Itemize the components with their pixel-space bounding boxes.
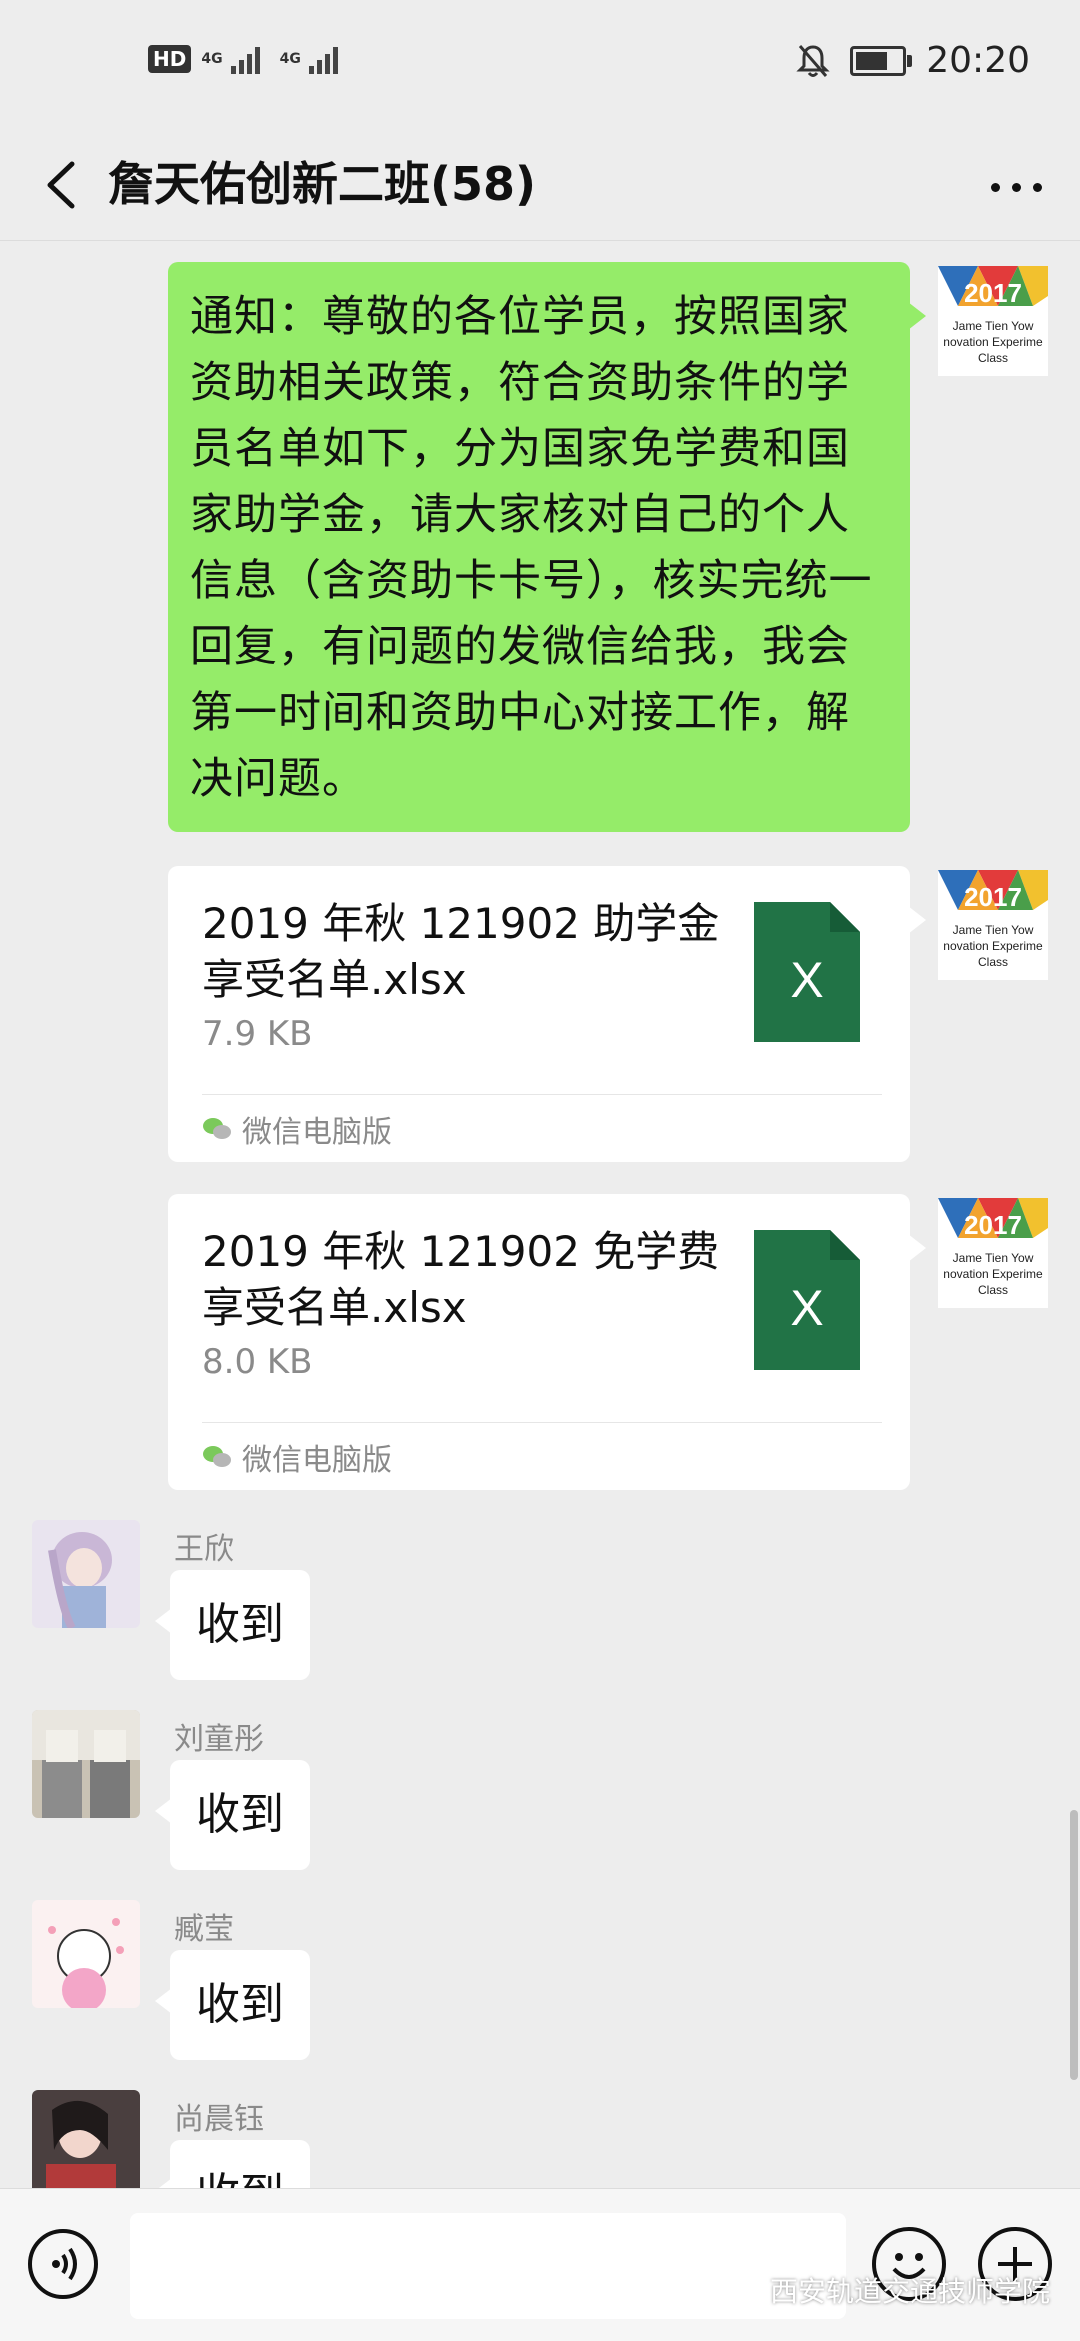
member-avatar[interactable] <box>32 1710 140 1818</box>
avatar-line: Class <box>978 351 1008 365</box>
avatar-line: Jame Tien Yow <box>953 923 1034 937</box>
sim2-label: 4G <box>279 51 301 67</box>
avatar-line: Class <box>978 955 1008 969</box>
signal-bars-icon <box>308 44 338 74</box>
input-bar <box>0 2188 1080 2341</box>
clock: 20:20 <box>926 40 1030 81</box>
avatar-line: Jame Tien Yow <box>953 319 1034 333</box>
file-size: 8.0 KB <box>202 1342 313 1382</box>
excel-letter: X <box>790 1280 823 1336</box>
reply-message[interactable]: 收到 <box>155 1570 310 1680</box>
file-source: 微信电脑版 <box>202 1432 392 1482</box>
file-source: 微信电脑版 <box>202 1104 392 1154</box>
avatar-line: novation Experime <box>943 1267 1043 1281</box>
member-avatar[interactable] <box>32 2090 140 2198</box>
class-avatar[interactable]: 2017 Jame Tien Yow novation Experime Cla… <box>938 1198 1048 1308</box>
sim1-label: 4G <box>201 51 223 67</box>
battery-icon <box>850 45 913 76</box>
status-right: 20:20 <box>796 40 1030 81</box>
status-bar: HD 4G 4G 20:20 <box>0 0 1080 130</box>
avatar-line: novation Experime <box>943 939 1043 953</box>
reply-message[interactable]: 收到 <box>155 1760 310 1870</box>
avatar-year: 2017 <box>964 1210 1022 1240</box>
chevron-left-icon[interactable] <box>36 150 96 220</box>
divider <box>202 1422 882 1423</box>
file-message[interactable]: 2019 年秋 121902 免学费享受名单.xlsx 8.0 KB X 微信电… <box>168 1194 926 1490</box>
sender-name: 王欣 <box>174 1532 234 1567</box>
avatar-line: Class <box>978 1283 1008 1297</box>
sender-name: 尚晨钰 <box>174 2102 264 2137</box>
file-source-label: 微信电脑版 <box>242 1115 392 1150</box>
battery-level <box>856 51 888 70</box>
excel-file-icon: X <box>754 902 860 1042</box>
wechat-official-icon <box>724 2276 762 2304</box>
avatar-year: 2017 <box>964 278 1022 308</box>
voice-icon[interactable] <box>28 2229 98 2299</box>
cartoon-avatar <box>32 1900 140 2008</box>
class-avatar[interactable]: 2017 Jame Tien Yow novation Experime Cla… <box>938 266 1048 376</box>
file-size: 7.9 KB <box>202 1014 313 1054</box>
voice-waves-icon <box>52 2247 77 2281</box>
sender-name: 臧莹 <box>174 1912 234 1947</box>
more-dots-icon[interactable] <box>972 172 1042 202</box>
file-message[interactable]: 2019 年秋 121902 助学金享受名单.xlsx 7.9 KB X 微信电… <box>168 866 926 1162</box>
hd-badge: HD <box>148 45 192 73</box>
wechat-icon <box>203 1118 231 1139</box>
avatar-line: Jame Tien Yow <box>953 1251 1034 1265</box>
reply-message[interactable]: 收到 <box>155 1950 310 2060</box>
file-name: 2019 年秋 121902 免学费享受名单.xlsx <box>202 1227 720 1332</box>
sender-name: 刘童彤 <box>174 1722 264 1757</box>
watermark-text: 西安轨道交通技师学院 <box>770 2275 1051 2308</box>
photo-avatar <box>32 2090 140 2198</box>
watermark: 西安轨道交通技师学院 <box>724 2270 1050 2310</box>
excel-letter: X <box>790 952 823 1008</box>
avatar-year: 2017 <box>964 882 1022 912</box>
divider <box>202 1094 882 1095</box>
chat-title: 詹天佑创新二班(58) <box>108 157 537 211</box>
notice-message[interactable]: 通知：尊敬的各位学员，按照国家资助相关政策，符合资助条件的学员名单如下，分为国家… <box>168 262 926 832</box>
excel-file-icon: X <box>754 1230 860 1370</box>
scrollbar[interactable] <box>1070 1810 1078 2080</box>
anime-girl-avatar <box>32 1520 140 1628</box>
students-avatar <box>32 1710 140 1818</box>
signal-bars-icon <box>230 44 260 74</box>
chat-header: 詹天佑创新二班(58) <box>0 130 1080 241</box>
class-avatar[interactable]: 2017 Jame Tien Yow novation Experime Cla… <box>938 870 1048 980</box>
file-source-label: 微信电脑版 <box>242 1443 392 1478</box>
member-avatar[interactable] <box>32 1900 140 2008</box>
member-avatar[interactable] <box>32 1520 140 1628</box>
file-name: 2019 年秋 121902 助学金享受名单.xlsx <box>202 899 720 1004</box>
mute-bell-icon <box>796 44 830 77</box>
signal-indicators: HD 4G 4G <box>148 44 338 74</box>
wechat-icon <box>203 1446 231 1467</box>
avatar-line: novation Experime <box>943 335 1043 349</box>
